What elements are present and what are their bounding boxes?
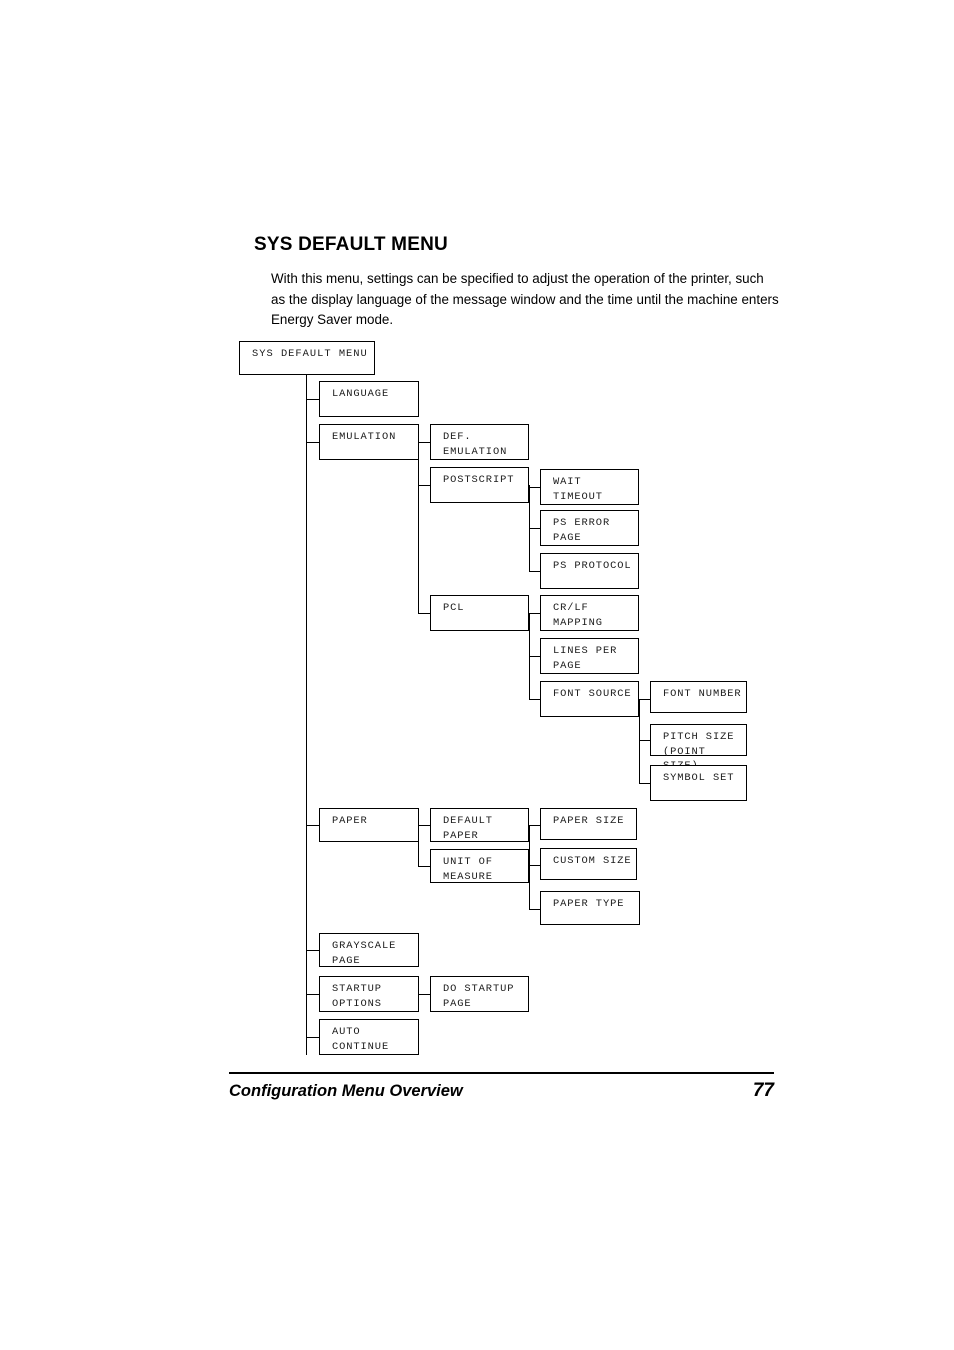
tree-connector-stub-auto: [306, 1037, 320, 1039]
menu-node-paper-size: PAPER SIZE: [540, 808, 637, 840]
menu-node-symbol-set: SYMBOL SET: [650, 765, 747, 801]
tree-connector-stub-emulation: [306, 442, 320, 444]
menu-node-paper: PAPER: [319, 808, 419, 842]
menu-node-pitch-size: PITCH SIZE (POINT SIZE): [650, 724, 747, 772]
menu-node-language: LANGUAGE: [319, 381, 419, 417]
tree-connector-stub-startup: [306, 994, 320, 996]
menu-node-postscript: POSTSCRIPT: [430, 467, 529, 503]
menu-node-wait-timeout: WAIT TIMEOUT: [540, 469, 639, 505]
menu-node-lines-per-page: LINES PER PAGE: [540, 638, 639, 674]
document-page: SYS DEFAULT MENU With this menu, setting…: [0, 0, 954, 1350]
menu-node-unit-of-measure: UNIT OF MEASURE: [430, 849, 529, 883]
menu-node-ps-protocol: PS PROTOCOL: [540, 553, 639, 589]
menu-node-font-source: FONT SOURCE: [540, 681, 639, 717]
menu-tree-diagram: SYS DEFAULT MENU LANGUAGE EMULATION DEF. EM…: [0, 0, 954, 1350]
menu-node-paper-type: PAPER TYPE: [540, 891, 640, 925]
menu-node-font-number: FONT NUMBER: [650, 681, 747, 713]
menu-node-custom-size: CUSTOM SIZE: [540, 848, 637, 880]
footer-divider: [229, 1072, 774, 1074]
footer-title: Configuration Menu Overview: [229, 1082, 463, 1100]
tree-connector-stub-language: [306, 399, 320, 401]
menu-node-default-paper: DEFAULT PAPER: [430, 808, 529, 842]
footer-page-number: 77: [752, 1080, 774, 1101]
menu-node-startup-options: STARTUP OPTIONS: [319, 976, 419, 1012]
tree-connector-trunk-defpaper: [529, 825, 531, 909]
menu-node-root: SYS DEFAULT MENU: [239, 341, 375, 375]
menu-node-grayscale-page: GRAYSCALE PAGE: [319, 933, 419, 967]
menu-node-do-startup-page: DO STARTUP PAGE: [430, 976, 529, 1012]
menu-node-def-emulation: DEF. EMULATION: [430, 424, 529, 460]
menu-node-ps-error-page: PS ERROR PAGE: [540, 510, 639, 546]
menu-node-pcl: PCL: [430, 595, 529, 631]
tree-connector-stub-paper: [306, 825, 320, 827]
menu-node-emulation: EMULATION: [319, 424, 419, 460]
tree-connector-trunk-main: [306, 375, 308, 1055]
menu-node-crlf-mapping: CR/LF MAPPING: [540, 595, 639, 631]
tree-connector-stub-grayscale: [306, 950, 320, 952]
tree-connector-trunk-emulation: [418, 442, 420, 613]
menu-node-auto-continue: AUTO CONTINUE: [319, 1019, 419, 1055]
